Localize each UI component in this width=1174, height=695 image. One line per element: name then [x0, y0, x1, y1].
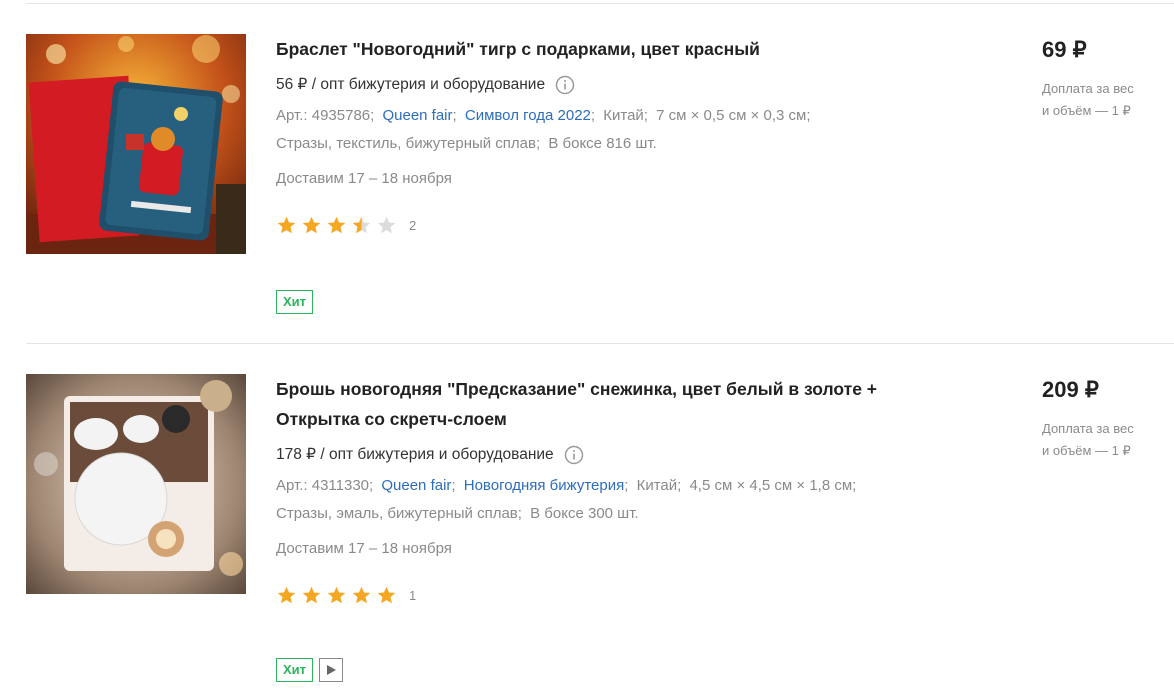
- article: Арт.: 4311330: [276, 477, 370, 494]
- country: Китай: [636, 477, 678, 494]
- wholesale-label: / опт бижутерия и оборудование: [311, 76, 546, 93]
- extra-charge-line1: Доплата за вес: [1042, 421, 1134, 436]
- product-title[interactable]: Брошь новогодняя "Предсказание" снежинка…: [276, 374, 936, 434]
- wholesale-price-row: 178 ₽ / опт бижутерия и оборудование: [276, 444, 936, 466]
- star-icon: [327, 216, 346, 233]
- reviews-count[interactable]: 2: [409, 218, 416, 233]
- dimensions: 7 см × 0,5 см × 0,3 см: [656, 107, 807, 124]
- product-card: Браслет "Новогодний" тигр с подарками, ц…: [26, 34, 1174, 324]
- product-title-link[interactable]: Браслет "Новогодний" тигр с подарками, ц…: [276, 39, 760, 59]
- star-icon: [302, 216, 321, 233]
- star-icon: [277, 586, 296, 603]
- product-meta: Арт.: 4311330; Queen fair; Новогодняя би…: [276, 477, 857, 522]
- product-card: Брошь новогодняя "Предсказание" снежинка…: [26, 374, 1174, 686]
- price: 69 ₽: [1042, 37, 1087, 62]
- wholesale-price-row: 56 ₽ / опт бижутерия и оборудование: [276, 74, 936, 96]
- product-info: Браслет "Новогодний" тигр с подарками, ц…: [276, 34, 936, 236]
- star-icon: [302, 586, 321, 603]
- product-divider: [26, 343, 1174, 344]
- brand-link[interactable]: Queen fair: [382, 107, 452, 124]
- star-empty-icon: [377, 216, 396, 233]
- hit-badge[interactable]: Хит: [276, 658, 314, 682]
- star-icon: [377, 586, 396, 603]
- price: 209 ₽: [1042, 377, 1099, 402]
- wholesale-price: 178 ₽: [276, 446, 317, 463]
- top-divider: [26, 3, 1174, 4]
- product-meta: Арт.: 4935786; Queen fair; Символ года 2…: [276, 107, 811, 152]
- rating[interactable]: 2: [276, 214, 936, 236]
- delivery-info: Доставим 17 – 18 ноября: [276, 170, 452, 187]
- collection-link[interactable]: Символ года 2022: [465, 107, 591, 124]
- video-button[interactable]: [319, 658, 344, 682]
- hit-badge[interactable]: Хит: [276, 290, 314, 314]
- rating[interactable]: 1: [276, 584, 936, 606]
- article: Арт.: 4935786: [276, 107, 371, 124]
- star-icon: [352, 586, 371, 603]
- badges: Хит: [276, 290, 314, 314]
- collection-link[interactable]: Новогодняя бижутерия: [464, 477, 624, 494]
- brand-link[interactable]: Queen fair: [381, 477, 451, 494]
- wholesale-price: 56 ₽: [276, 76, 308, 93]
- dimensions: 4,5 см × 4,5 см × 1,8 см: [689, 477, 853, 494]
- product-title[interactable]: Браслет "Новогодний" тигр с подарками, ц…: [276, 34, 936, 64]
- extra-charge-line1: Доплата за вес: [1042, 81, 1134, 96]
- box-quantity: В боксе 816 шт.: [548, 135, 657, 152]
- product-image[interactable]: [26, 374, 246, 594]
- info-circle-icon[interactable]: [555, 75, 575, 95]
- badges: Хит: [276, 658, 344, 682]
- star-half-icon: [352, 216, 371, 233]
- wholesale-label: / опт бижутерия и оборудование: [320, 446, 554, 463]
- reviews-count[interactable]: 1: [409, 588, 416, 603]
- product-info: Брошь новогодняя "Предсказание" снежинка…: [276, 374, 936, 606]
- extra-charge: Доплата за вес и объём — 1 ₽: [1042, 418, 1162, 462]
- info-circle-icon[interactable]: [564, 445, 584, 465]
- extra-charge: Доплата за вес и объём — 1 ₽: [1042, 78, 1162, 122]
- price-column: 209 ₽ Доплата за вес и объём — 1 ₽: [1042, 374, 1162, 462]
- country: Китай: [603, 107, 644, 124]
- materials: Стразы, эмаль, бижутерный сплав: [276, 505, 518, 522]
- product-image[interactable]: [26, 34, 246, 254]
- delivery-info: Доставим 17 – 18 ноября: [276, 540, 452, 557]
- extra-charge-line2: и объём — 1 ₽: [1042, 443, 1131, 458]
- star-icon: [277, 216, 296, 233]
- star-icon: [327, 586, 346, 603]
- materials: Стразы, текстиль, бижутерный сплав: [276, 135, 536, 152]
- product-title-link-line2[interactable]: Открытка со скретч-слоем: [276, 409, 507, 429]
- box-quantity: В боксе 300 шт.: [530, 505, 639, 522]
- play-icon: [327, 665, 337, 675]
- price-column: 69 ₽ Доплата за вес и объём — 1 ₽: [1042, 34, 1162, 122]
- extra-charge-line2: и объём — 1 ₽: [1042, 103, 1131, 118]
- product-title-link[interactable]: Брошь новогодняя "Предсказание" снежинка…: [276, 379, 877, 399]
